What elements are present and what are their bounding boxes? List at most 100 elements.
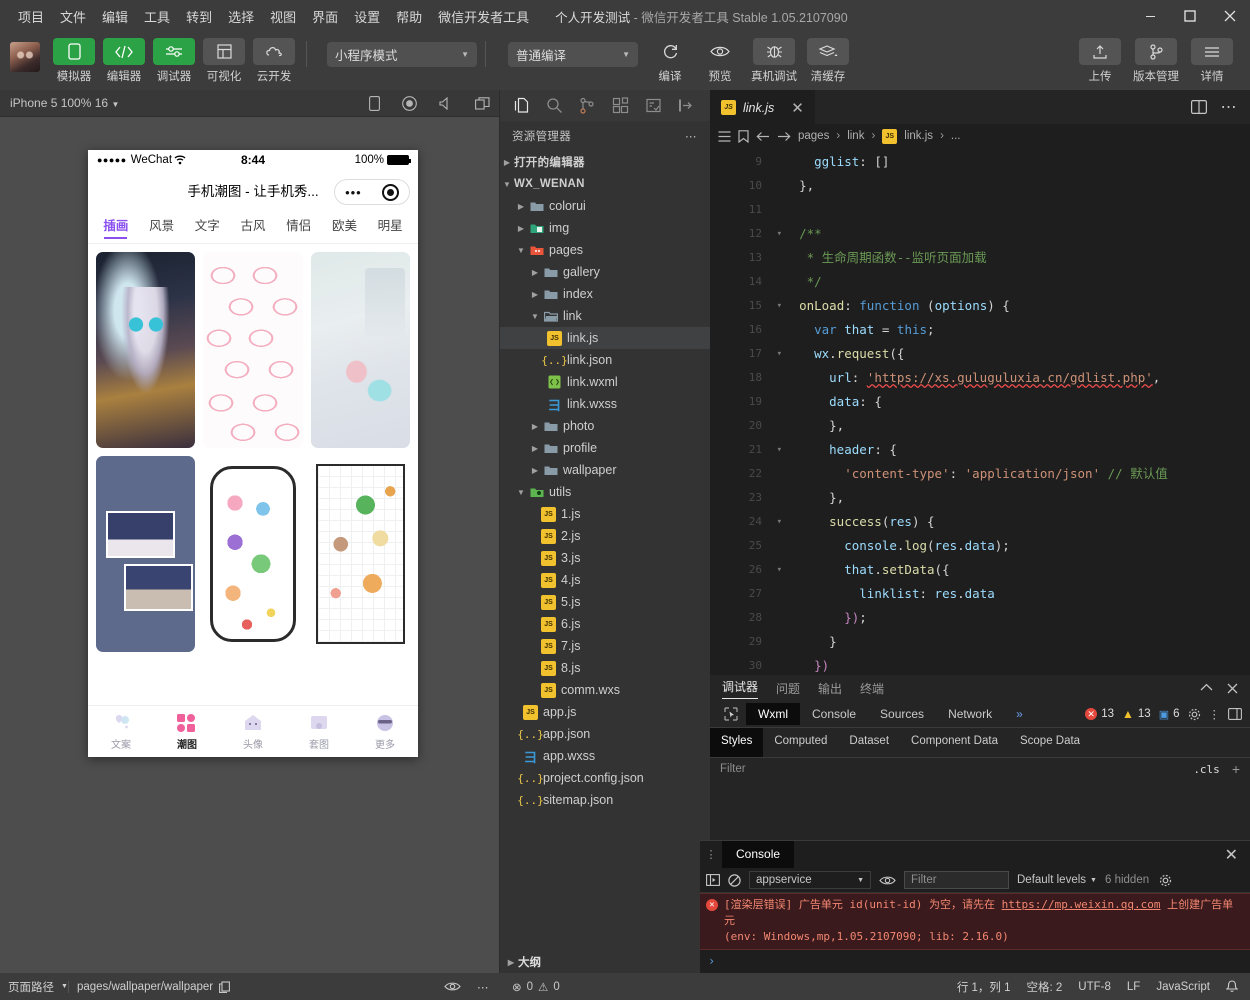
gear-icon[interactable] (1188, 708, 1201, 721)
tree-item-8-js[interactable]: JS 8.js (500, 657, 710, 679)
code-content[interactable]: gglist: [] }, /** * 生命周期函数--监听页面加载 */ on… (768, 148, 1250, 675)
error-count-badge[interactable]: ✕ 13 (1085, 708, 1114, 720)
maximize-icon[interactable] (1170, 0, 1210, 32)
breadcrumb-link[interactable]: link (847, 130, 864, 142)
dock-icon[interactable] (1228, 708, 1242, 720)
split-editor-icon[interactable] (1190, 100, 1207, 114)
version-manage-button[interactable]: 版本管理 (1128, 38, 1184, 84)
menu-item-settings[interactable]: 设置 (346, 3, 388, 30)
menu-item-edit[interactable]: 编辑 (94, 3, 136, 30)
status-encoding[interactable]: UTF-8 (1078, 981, 1111, 993)
code-line[interactable]: success(res) { (784, 510, 1250, 534)
phone-tabbar-item-more[interactable]: 更多 (352, 706, 418, 757)
toolbar-debugger-button[interactable]: 调试器 (150, 38, 198, 84)
tree-item-app-js[interactable]: JS app.js (500, 701, 710, 723)
devtools-tab-overflow[interactable]: » (1004, 703, 1035, 725)
tree-item-app-wxss[interactable]: 彐 app.wxss (500, 745, 710, 767)
forward-icon[interactable] (777, 131, 791, 142)
styles-tab-dataset[interactable]: Dataset (838, 728, 900, 757)
info-count-badge[interactable]: ▣ 6 (1159, 708, 1180, 721)
phone-tabbar-item-album[interactable]: 套图 (286, 706, 352, 757)
explorer-more-icon[interactable]: ⋯ (685, 129, 698, 143)
code-line[interactable]: var that = this; (784, 318, 1250, 342)
upload-button[interactable]: 上传 (1076, 38, 1124, 84)
tree-item-wallpaper[interactable]: ▶ wallpaper (500, 459, 710, 481)
code-line[interactable]: }); (784, 606, 1250, 630)
menu-item-devtools[interactable]: 微信开发者工具 (430, 3, 537, 30)
code-line[interactable]: * 生命周期函数--监听页面加载 (784, 246, 1250, 270)
menu-item-file[interactable]: 文件 (52, 3, 94, 30)
code-line[interactable]: onLoad: function (options) { (784, 294, 1250, 318)
tree-item-pages[interactable]: ▼ pages (500, 239, 710, 261)
files-icon[interactable] (506, 92, 537, 119)
console-context-select[interactable]: appservice ▼ (749, 871, 871, 889)
phone-tab-illustration[interactable]: 插画 (93, 215, 139, 239)
fold-chevron-icon[interactable]: ▾ (770, 438, 782, 462)
tree-item-1-js[interactable]: JS 1.js (500, 503, 710, 525)
fold-chevron-icon[interactable]: ▾ (770, 558, 782, 582)
styles-tab-styles[interactable]: Styles (710, 728, 764, 757)
code-surface[interactable]: 9 10 11 12 ▾ 13 14 15 ▾ 16 17 ▾ 18 19 20 21 ▾ 22 23 24 ▾ 25 26… (710, 148, 1250, 675)
fold-chevron-icon[interactable]: ▾ (770, 294, 782, 318)
tree-item-comm-wxs[interactable]: JS comm.wxs (500, 679, 710, 701)
menu-item-goto[interactable]: 转到 (178, 3, 220, 30)
tree-item-index[interactable]: ▶ index (500, 283, 710, 305)
anime-girl-wallpaper-thumb[interactable] (96, 252, 196, 448)
add-rule-button[interactable]: + (1232, 761, 1240, 777)
code-line[interactable]: }, (784, 486, 1250, 510)
fold-chevron-icon[interactable]: ▾ (770, 222, 782, 246)
bell-icon[interactable] (1226, 980, 1238, 993)
collapse-icon[interactable] (1200, 683, 1213, 694)
copy-icon[interactable] (219, 980, 231, 993)
code-line[interactable]: data: { (784, 390, 1250, 414)
clear-icon[interactable] (728, 873, 741, 887)
outline-section-header[interactable]: ▶ 大纲 (500, 951, 710, 973)
phone-tab-scenery[interactable]: 风景 (139, 215, 185, 238)
phone-tabbar-item-avatar[interactable]: 头像 (220, 706, 286, 757)
minimize-icon[interactable] (1130, 0, 1170, 32)
console-tab[interactable]: Console (722, 841, 795, 868)
toolbar-cloud-button[interactable]: 云开发 (250, 38, 298, 84)
toolbar-simulator-button[interactable]: 模拟器 (50, 38, 98, 84)
code-line[interactable]: 'content-type': 'application/json' // 默认… (784, 462, 1250, 486)
capsule-more-icon[interactable]: ••• (345, 185, 362, 200)
settings-icon[interactable] (1159, 874, 1172, 887)
windows-icon[interactable] (475, 96, 490, 110)
code-line[interactable]: /** (784, 222, 1250, 246)
page-path-label[interactable]: 页面路径 (8, 979, 54, 995)
code-line[interactable]: gglist: [] (784, 150, 1250, 174)
tree-item-gallery[interactable]: ▶ gallery (500, 261, 710, 283)
tree-item-photo[interactable]: ▶ photo (500, 415, 710, 437)
code-line[interactable]: }, (784, 414, 1250, 438)
code-line[interactable]: wx.request({ (784, 342, 1250, 366)
warning-count-badge[interactable]: ▲ 13 (1122, 707, 1151, 721)
eye-icon[interactable] (879, 875, 896, 886)
phone-tab-western[interactable]: 欧美 (322, 215, 368, 238)
code-line[interactable]: that.setData({ (784, 558, 1250, 582)
tree-item-link[interactable]: ▼ link (500, 305, 710, 327)
menu-item-select[interactable]: 选择 (220, 3, 262, 30)
console-levels-select[interactable]: Default levels ▼ (1017, 874, 1097, 886)
sidebar-icon[interactable] (706, 874, 720, 886)
tree-item-7-js[interactable]: JS 7.js (500, 635, 710, 657)
panel-tab-output[interactable]: 输出 (818, 680, 842, 697)
test-icon[interactable] (638, 92, 669, 119)
status-problems[interactable]: ⊗ 0 ⚠ 0 (512, 980, 560, 994)
panel-tab-problems[interactable]: 问题 (776, 680, 800, 697)
code-line[interactable] (784, 198, 1250, 222)
styles-tab-scope-data[interactable]: Scope Data (1009, 728, 1091, 757)
panel-tab-debugger[interactable]: 调试器 (722, 678, 759, 699)
status-page-path[interactable]: pages/wallpaper/wallpaper (67, 980, 231, 993)
tree-item-utils[interactable]: ▼ utils (500, 481, 710, 503)
status-indent[interactable]: 空格: 2 (1027, 979, 1063, 995)
compile-select[interactable]: 普通编译 ▼ (508, 42, 638, 67)
tree-item-sitemap-json[interactable]: {..} sitemap.json (500, 789, 710, 811)
menu-item-interface[interactable]: 界面 (304, 3, 346, 30)
code-line[interactable]: header: { (784, 438, 1250, 462)
styles-tab-component-data[interactable]: Component Data (900, 728, 1009, 757)
console-error-message[interactable]: ✕ [渲染层错误] 广告单元 id(unit-id) 为空，请先在 https:… (700, 893, 1250, 950)
extensions-icon[interactable] (605, 92, 636, 119)
real-device-debug-button[interactable]: 真机调试 (746, 38, 802, 84)
phone-tab-ancient[interactable]: 古风 (230, 215, 276, 238)
tree-item-5-js[interactable]: JS 5.js (500, 591, 710, 613)
